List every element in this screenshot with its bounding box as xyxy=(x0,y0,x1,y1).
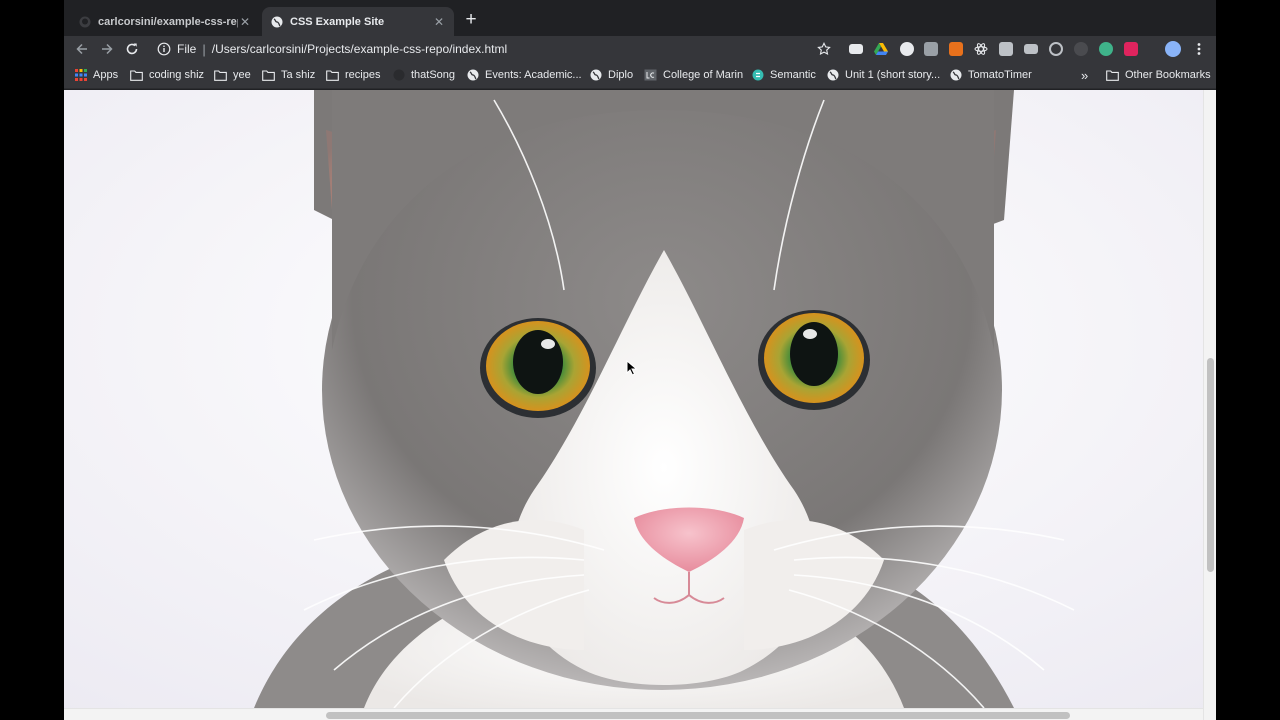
info-icon[interactable] xyxy=(157,42,171,56)
bookmark-coding-shiz[interactable]: coding shiz xyxy=(130,67,204,83)
mail-extension-icon[interactable] xyxy=(849,44,863,54)
folder-icon xyxy=(262,69,275,82)
vertical-scrollbar[interactable] xyxy=(1203,90,1216,720)
cat-right-eye xyxy=(758,310,870,410)
bookmark-semantic[interactable]: Semantic xyxy=(751,67,816,83)
bookmark-diplo[interactable]: Diplo xyxy=(589,67,633,83)
extension-shield-icon[interactable] xyxy=(1124,42,1138,56)
bookmark-events-academic[interactable]: Events: Academic... xyxy=(466,67,582,83)
close-tab-icon[interactable]: ✕ xyxy=(432,15,446,29)
bookmark-tomatotimer[interactable]: TomatoTimer xyxy=(949,67,1032,83)
globe-icon xyxy=(826,69,839,82)
bookmark-label: Apps xyxy=(93,69,119,81)
bookmark-unit-1[interactable]: Unit 1 (short story... xyxy=(826,67,940,83)
extension-box-icon[interactable] xyxy=(924,42,938,56)
bookmark-thatsong[interactable]: thatSong xyxy=(392,67,455,83)
google-drive-icon[interactable] xyxy=(874,42,888,56)
extension-dark-icon[interactable] xyxy=(1074,42,1088,56)
address-separator: | xyxy=(202,41,206,57)
tab-title: carlcorsini/example-css-repo xyxy=(98,15,238,28)
back-arrow-icon xyxy=(76,43,87,55)
tab-title: CSS Example Site xyxy=(290,15,385,28)
react-devtools-icon[interactable] xyxy=(974,42,988,56)
cat-photo xyxy=(64,90,1203,708)
reload-icon xyxy=(126,43,138,55)
bookmark-label: TomatoTimer xyxy=(968,69,1032,81)
extension-gray-icon[interactable] xyxy=(999,42,1013,56)
scheme-label: File xyxy=(177,42,197,56)
cat-left-eye xyxy=(480,318,596,418)
globe-icon xyxy=(589,69,602,82)
semantic-icon xyxy=(751,69,764,82)
apps-grid-icon xyxy=(74,69,87,82)
vertical-scrollbar-thumb[interactable] xyxy=(1207,358,1214,572)
globe-icon xyxy=(270,15,283,28)
bookmark-recipes[interactable]: recipes xyxy=(326,67,380,83)
kebab-menu-icon xyxy=(1197,43,1201,55)
menu-button[interactable] xyxy=(1189,39,1209,59)
folder-icon xyxy=(214,69,227,82)
site-icon xyxy=(392,69,405,82)
close-tab-icon[interactable]: ✕ xyxy=(238,15,252,29)
bookmark-yee[interactable]: yee xyxy=(214,67,251,83)
mouse-cursor-icon xyxy=(626,360,638,376)
bookmark-label: Events: Academic... xyxy=(485,69,582,81)
forward-arrow-icon xyxy=(102,43,113,55)
folder-icon xyxy=(326,69,339,82)
url-text[interactable]: /Users/carlcorsini/Projects/example-css-… xyxy=(212,42,507,56)
lg-icon xyxy=(644,69,657,82)
bookmark-label: recipes xyxy=(345,69,381,81)
page-viewport xyxy=(64,90,1216,720)
back-button[interactable] xyxy=(72,39,92,59)
bookmark-label: Diplo xyxy=(608,69,634,81)
tab-github-repo[interactable]: carlcorsini/example-css-repo ✕ xyxy=(70,7,260,36)
bookmark-label: Ta shiz xyxy=(281,69,316,81)
bookmark-college-of-marin[interactable]: College of Marin xyxy=(644,67,743,83)
globe-icon xyxy=(949,69,962,82)
toolbar: File | /Users/carlcorsini/Projects/examp… xyxy=(64,36,1216,62)
extension-m-icon[interactable] xyxy=(1099,42,1113,56)
bookmarks-overflow-button[interactable]: » xyxy=(1081,67,1088,83)
folder-icon xyxy=(130,69,143,82)
github-icon xyxy=(78,15,91,28)
bookmark-label: coding shiz xyxy=(149,69,205,81)
forward-button[interactable] xyxy=(97,39,117,59)
bookmark-label: thatSong xyxy=(411,69,456,81)
bookmark-other-bookmarks[interactable]: Other Bookmarks xyxy=(1106,67,1211,83)
extension-chat-icon[interactable] xyxy=(1024,44,1038,54)
bookmark-apps[interactable]: Apps xyxy=(74,67,118,83)
reload-button[interactable] xyxy=(122,39,142,59)
extension-circle-icon[interactable] xyxy=(900,42,914,56)
tab-strip: carlcorsini/example-css-repo ✕ CSS Examp… xyxy=(64,0,1216,36)
extension-orange-icon[interactable] xyxy=(949,42,963,56)
extension-ring-icon[interactable] xyxy=(1049,42,1063,56)
new-tab-button[interactable]: + xyxy=(460,10,482,32)
address-bar[interactable]: File | /Users/carlcorsini/Projects/examp… xyxy=(149,37,839,61)
horizontal-scrollbar-thumb[interactable] xyxy=(326,712,1070,719)
bookmark-label: yee xyxy=(233,69,251,81)
tab-css-example-site[interactable]: CSS Example Site ✕ xyxy=(262,7,454,36)
star-icon xyxy=(817,42,831,56)
bookmark-label: Other Bookmarks xyxy=(1125,69,1211,81)
bookmark-star-button[interactable] xyxy=(814,39,834,59)
bookmark-ta-shiz[interactable]: Ta shiz xyxy=(262,67,315,83)
bookmark-label: Unit 1 (short story... xyxy=(845,69,941,81)
bookmark-label: Semantic xyxy=(770,69,816,81)
bookmark-label: College of Marin xyxy=(663,69,744,81)
globe-icon xyxy=(466,69,479,82)
folder-icon xyxy=(1106,69,1119,82)
avatar[interactable] xyxy=(1165,41,1181,57)
browser-window: carlcorsini/example-css-repo ✕ CSS Examp… xyxy=(64,0,1216,720)
horizontal-scrollbar[interactable] xyxy=(64,708,1203,720)
bookmarks-bar: Apps coding shiz yee Ta shiz recipes tha… xyxy=(64,62,1216,89)
